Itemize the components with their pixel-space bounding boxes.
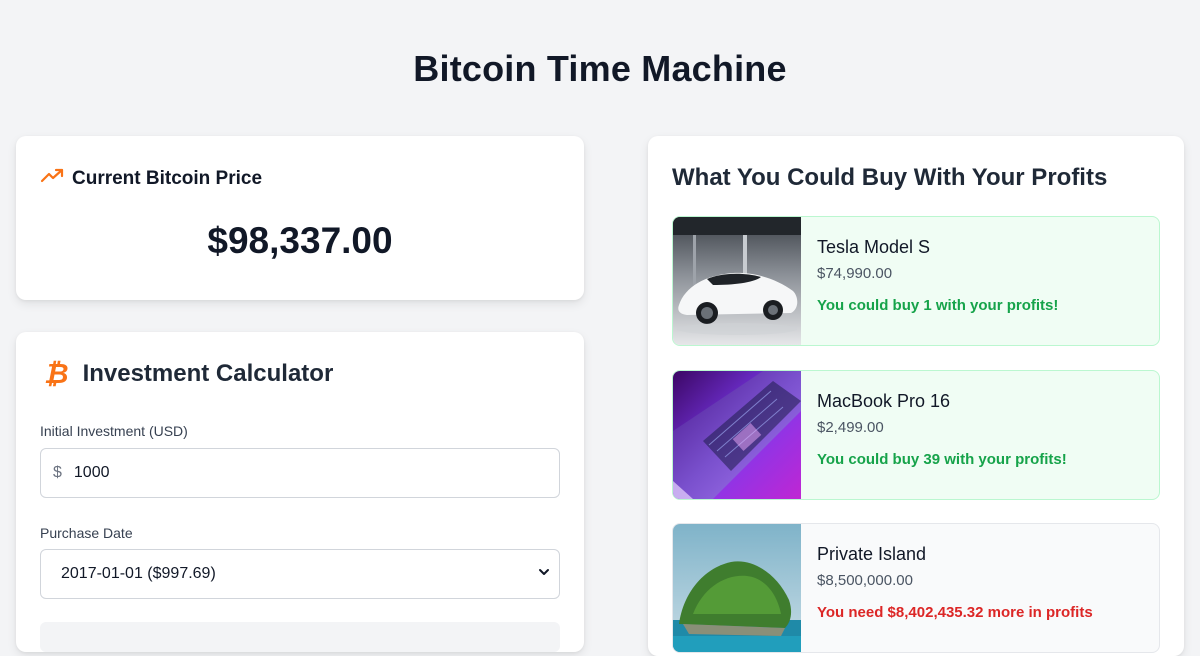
buy-section-title: What You Could Buy With Your Profits: [672, 164, 1108, 191]
item-name: MacBook Pro 16: [817, 391, 951, 411]
tesla-image: [673, 217, 801, 345]
purchase-item-tesla: Tesla Model S $74,990.00 You could buy 1…: [672, 216, 1160, 346]
purchase-date-label: Purchase Date: [40, 525, 133, 541]
investment-input-value: 1000: [73, 464, 110, 481]
item-status-message: You could buy 1 with your profits!: [817, 297, 1059, 314]
current-price-card: Current Bitcoin Price $98,337.00: [16, 136, 584, 300]
item-price: $8,500,000.00: [817, 572, 913, 589]
investment-label: Initial Investment (USD): [40, 423, 188, 439]
item-name: Tesla Model S: [817, 237, 931, 257]
purchase-item-island: Private Island $8,500,000.00 You need $8…: [672, 523, 1160, 653]
results-panel: [40, 622, 560, 652]
current-price-label: Current Bitcoin Price: [72, 167, 263, 189]
purchase-item-macbook: MacBook Pro 16 $2,499.00 You could buy 3…: [672, 370, 1160, 500]
what-you-could-buy-card: What You Could Buy With Your Profits Tes…: [648, 136, 1184, 656]
page-title: Bitcoin Time Machine: [413, 48, 787, 89]
item-price: $2,499.00: [817, 419, 884, 436]
chevron-down-icon: [537, 565, 551, 584]
investment-calculator-card: ₿ Investment Calculator Initial Investme…: [16, 332, 584, 652]
item-status-message: You need $8,402,435.32 more in profits: [817, 604, 1093, 621]
calculator-header: ₿ Investment Calculator: [44, 358, 333, 390]
macbook-image: [673, 371, 801, 499]
item-price: $74,990.00: [817, 265, 893, 282]
current-price-header: Current Bitcoin Price: [40, 164, 262, 193]
bitcoin-icon: ₿: [44, 358, 69, 389]
island-image: [673, 524, 801, 652]
item-status-message: You could buy 39 with your profits!: [817, 451, 1067, 468]
dollar-prefix: $: [53, 464, 62, 481]
investment-input[interactable]: $ 1000: [40, 448, 560, 498]
calculator-title: Investment Calculator: [82, 360, 334, 387]
purchase-date-value: 2017-01-01 ($997.69): [61, 565, 216, 582]
current-price-value: $98,337.00: [207, 220, 393, 261]
item-name: Private Island: [817, 544, 927, 564]
purchase-date-select[interactable]: 2017-01-01 ($997.69): [40, 549, 560, 599]
trending-up-icon: [40, 164, 64, 193]
